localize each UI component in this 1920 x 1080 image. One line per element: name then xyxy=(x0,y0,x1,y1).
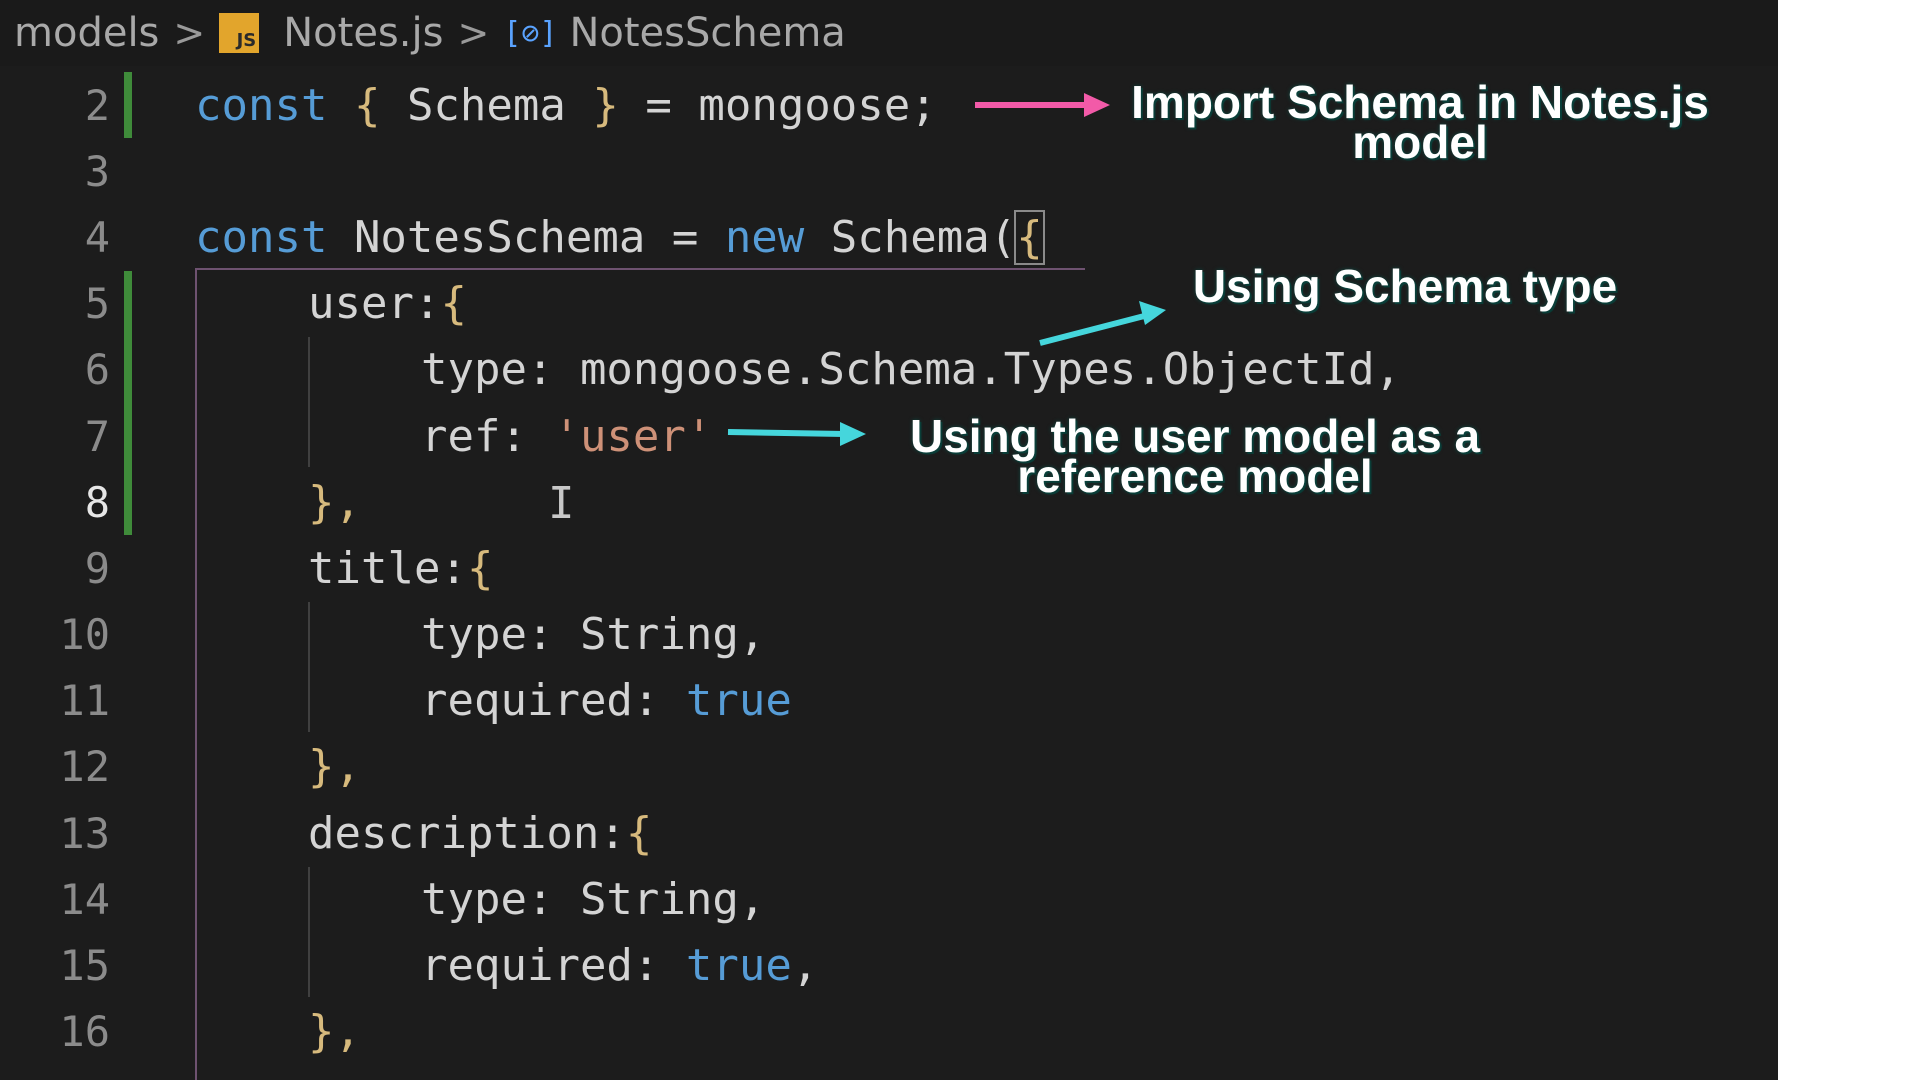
code-text: ref: 'user' xyxy=(421,411,712,462)
code-line[interactable]: 6 type: mongoose.Schema.Types.ObjectId, xyxy=(0,336,1778,403)
closing-brace: }, xyxy=(308,741,361,793)
code-text: required: true, xyxy=(421,940,818,991)
closing-brace: }, xyxy=(308,476,361,528)
line-number: 16 xyxy=(59,1007,110,1057)
code-rest: = mongoose; xyxy=(618,79,937,131)
bracket: { xyxy=(440,278,467,330)
annotation-import: Import Schema in Notes.js model xyxy=(1120,79,1720,168)
line-number: 9 xyxy=(84,543,110,593)
line-number: 13 xyxy=(59,808,110,858)
code-text: type: String, xyxy=(421,609,766,661)
closing-brace: }, xyxy=(308,1006,361,1058)
gutter-change-marker xyxy=(124,72,132,138)
line-number: 14 xyxy=(59,874,110,924)
boolean-literal: true xyxy=(685,940,792,992)
line-number: 12 xyxy=(59,742,110,792)
text-cursor-icon: I xyxy=(548,478,575,529)
code-text: user:{ xyxy=(308,278,467,329)
line-number: 7 xyxy=(84,411,110,461)
bracket: { xyxy=(353,79,381,131)
javascript-file-icon: JS xyxy=(219,13,260,53)
gutter-change-marker xyxy=(124,270,132,337)
code-text: }, xyxy=(308,741,361,792)
breadcrumb-symbol[interactable]: [⊘] NotesSchema xyxy=(503,10,846,56)
code-text: const NotesSchema = new Schema({ xyxy=(195,209,1045,265)
code-line[interactable]: 10 type: String, xyxy=(0,602,1778,668)
code-text: }, xyxy=(308,477,361,528)
boolean-literal: true xyxy=(685,675,792,727)
breadcrumb-file-label: Notes.js xyxy=(283,10,444,56)
line-number: 2 xyxy=(84,80,110,130)
property-key: title: xyxy=(308,542,467,594)
code-text: title:{ xyxy=(308,543,493,594)
bracket: { xyxy=(466,542,494,594)
punctuation: , xyxy=(791,940,819,992)
property-key: user: xyxy=(308,278,441,330)
identifier: Schema xyxy=(380,79,593,131)
code-text: type: String, xyxy=(421,873,766,925)
breadcrumb-symbol-label: NotesSchema xyxy=(569,10,846,56)
line-number: 10 xyxy=(59,610,110,660)
line-number: 3 xyxy=(84,146,110,196)
keyword: const xyxy=(195,79,328,131)
property-key: required: xyxy=(421,675,686,727)
code-area[interactable]: 2 const { Schema } = mongoose; 3 4 const… xyxy=(0,72,1778,1065)
string-literal: 'user' xyxy=(553,410,713,462)
line-number: 5 xyxy=(84,279,110,329)
identifier: NotesSchema = xyxy=(327,211,725,263)
breadcrumb-folder[interactable]: models xyxy=(14,10,159,56)
bracket-match: { xyxy=(1014,209,1045,265)
property-key: required: xyxy=(421,940,686,992)
property-key: description: xyxy=(308,807,626,859)
variable-symbol-icon: [⊘] xyxy=(503,15,558,51)
breadcrumb-file[interactable]: JS Notes.js xyxy=(219,10,443,56)
gutter-change-marker xyxy=(124,402,132,469)
code-line[interactable]: 11 required: true xyxy=(0,668,1778,734)
keyword: const xyxy=(195,211,328,263)
bracket: { xyxy=(625,807,653,859)
code-text: }, xyxy=(308,1006,361,1057)
annotation-reference: Using the user model as a reference mode… xyxy=(880,413,1510,502)
code-text: type: mongoose.Schema.Types.ObjectId, xyxy=(421,344,1402,396)
code-text: description:{ xyxy=(308,808,652,859)
keyword: new xyxy=(724,211,805,263)
code-text: required: true xyxy=(421,675,792,726)
line-number: 11 xyxy=(59,676,110,726)
line-number: 4 xyxy=(84,212,110,262)
property-key: ref: xyxy=(421,410,554,462)
breadcrumb: models > JS Notes.js > [⊘] NotesSchema xyxy=(0,0,1778,66)
line-number: 8 xyxy=(84,477,110,527)
identifier: Schema( xyxy=(804,211,1017,263)
code-line[interactable]: 13 description:{ xyxy=(0,800,1778,866)
code-line[interactable]: 12 }, xyxy=(0,734,1778,800)
annotation-schema-type: Using Schema type xyxy=(1192,260,1618,312)
annotation-import-line2: model xyxy=(1352,116,1488,168)
bracket: } xyxy=(592,79,619,131)
code-line[interactable]: 15 required: true, xyxy=(0,932,1778,998)
chevron-right-icon: > xyxy=(173,11,206,55)
line-number: 15 xyxy=(59,941,110,991)
chevron-right-icon: > xyxy=(457,11,490,55)
annotation-reference-line2: reference model xyxy=(1017,450,1373,502)
line-number: 6 xyxy=(84,345,110,395)
code-text: const { Schema } = mongoose; xyxy=(195,80,937,131)
code-editor[interactable]: models > JS Notes.js > [⊘] NotesSchema 2… xyxy=(0,0,1778,1080)
code-line[interactable]: 14 type: String, xyxy=(0,866,1778,932)
code-line[interactable]: 9 title:{ xyxy=(0,535,1778,601)
code-line[interactable]: 16 }, xyxy=(0,999,1778,1065)
gutter-change-marker xyxy=(124,469,132,536)
gutter-change-marker xyxy=(124,336,132,403)
